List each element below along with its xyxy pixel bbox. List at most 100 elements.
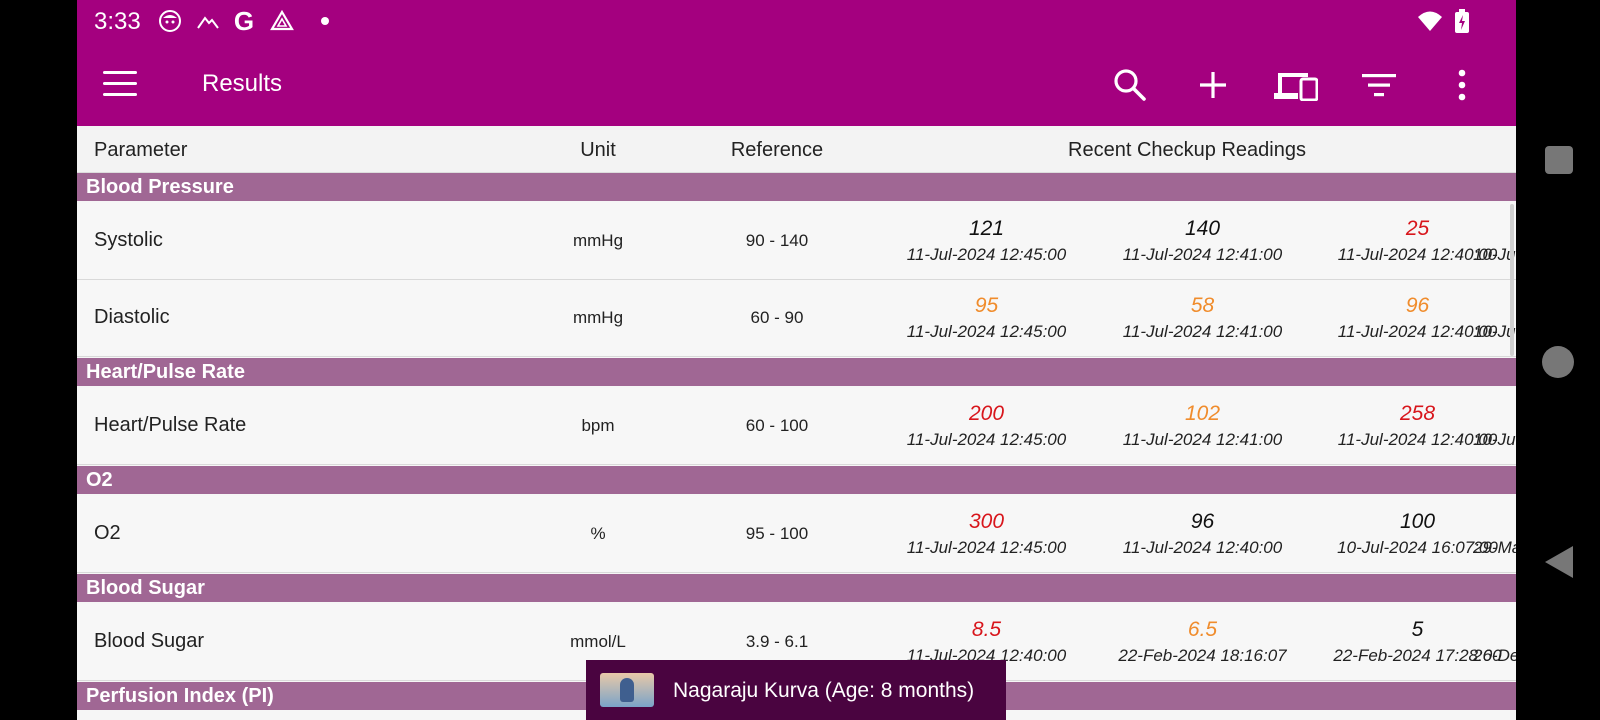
reading-cell[interactable]: 200 11-Jul-2024 12:45:00 [879, 402, 1094, 450]
row-parameter: Heart/Pulse Rate [94, 414, 247, 436]
reading-cell[interactable]: 121 11-Jul-2024 12:45:00 [879, 217, 1094, 265]
search-button[interactable] [1105, 60, 1155, 110]
row-reference: 95 - 100 [745, 524, 809, 543]
row-unit: mmHg [572, 308, 624, 327]
reading-date: 10-Ju [1473, 430, 1516, 449]
status-bar: 3:33 G [77, 0, 1516, 42]
wifi-icon [1417, 8, 1443, 34]
reading-value: 121 [968, 217, 1005, 240]
reading-cell[interactable]: 29-Ma [1473, 510, 1516, 558]
reading-cell[interactable]: 300 11-Jul-2024 12:45:00 [879, 510, 1094, 558]
mountain-icon [195, 8, 221, 34]
col-readings: Recent Checkup Readings [1068, 139, 1306, 161]
section-title: Blood Pressure [86, 176, 234, 198]
reading-value: 140 [1184, 217, 1221, 240]
reading-value: 200 [968, 402, 1005, 425]
row-unit: mmHg [572, 231, 624, 250]
reading-value: 6.5 [1187, 618, 1218, 641]
row-parameter: Systolic [94, 229, 163, 251]
face-icon [157, 8, 183, 34]
section-title: Perfusion Index (PI) [86, 685, 274, 707]
app-toolbar: Results [77, 42, 1516, 126]
reading-cell[interactable]: 58 11-Jul-2024 12:41:00 [1095, 294, 1310, 342]
plus-icon [1200, 72, 1226, 98]
reading-value: 58 [1190, 294, 1215, 317]
reading-cell[interactable]: 10-Ju [1473, 402, 1516, 450]
filter-icon [1362, 74, 1396, 97]
row-parameter: Blood Sugar [94, 630, 205, 652]
patient-avatar [600, 673, 654, 707]
table-row[interactable]: Systolic mmHg 90 - 140 121 11-Jul-2024 12… [77, 203, 1516, 280]
section-header: O2 [77, 466, 1516, 494]
row-parameter: O2 [94, 522, 121, 544]
add-button[interactable] [1188, 60, 1238, 110]
drive-icon [269, 8, 295, 34]
reading-date: 29-Ma [1473, 538, 1516, 557]
battery-icon [1449, 8, 1475, 34]
section-header: Heart/Pulse Rate [77, 358, 1516, 386]
table-header: Parameter Unit Reference Recent Checkup … [77, 126, 1516, 173]
menu-button[interactable] [97, 62, 143, 108]
back-button[interactable] [1545, 546, 1573, 583]
row-reference: 90 - 140 [745, 231, 809, 250]
reading-cell[interactable]: 6.5 22-Feb-2024 18:16:07 [1095, 618, 1310, 666]
table-row[interactable]: Heart/Pulse Rate bpm 60 - 100 200 11-Jul-… [77, 388, 1516, 465]
reading-date: 11-Jul-2024 12:45:00 [906, 322, 1067, 341]
reading-value: 8.5 [971, 618, 1002, 641]
section-title: Blood Sugar [86, 577, 205, 599]
reading-date: 11-Jul-2024 12:41:00 [1122, 322, 1283, 341]
recents-button[interactable] [1545, 146, 1573, 174]
reading-date: 11-Jul-2024 12:41:00 [1122, 245, 1283, 264]
reading-date: 11-Jul-2024 12:40:00 [1122, 538, 1283, 557]
reading-value: 300 [968, 510, 1005, 533]
col-parameter: Parameter [94, 139, 188, 161]
row-reference: 3.9 - 6.1 [745, 632, 809, 651]
search-icon [1114, 69, 1146, 101]
reading-cell[interactable]: 96 11-Jul-2024 12:40:00 [1095, 510, 1310, 558]
row-reference: 60 - 100 [745, 416, 809, 435]
col-reference: Reference [730, 139, 824, 161]
section-header: Blood Pressure [77, 173, 1516, 201]
home-button[interactable] [1542, 346, 1574, 378]
reading-date: 11-Jul-2024 12:45:00 [906, 538, 1067, 557]
reading-value: 95 [974, 294, 999, 317]
reading-value: 96 [1190, 510, 1215, 533]
scrollbar-thumb[interactable] [1510, 204, 1514, 356]
row-unit: % [590, 524, 606, 543]
devices-icon [1274, 73, 1318, 101]
table-row[interactable]: Diastolic mmHg 60 - 90 95 11-Jul-2024 12:… [77, 280, 1516, 357]
section-title: O2 [86, 469, 113, 491]
filter-button[interactable] [1354, 60, 1404, 110]
reading-date: 11-Jul-2024 12:45:00 [906, 430, 1067, 449]
reading-date: 22-Feb-2024 18:16:07 [1118, 646, 1287, 665]
reading-cell[interactable]: 140 11-Jul-2024 12:41:00 [1095, 217, 1310, 265]
reading-value [1473, 618, 1516, 642]
reading-cell[interactable]: 95 11-Jul-2024 12:45:00 [879, 294, 1094, 342]
table-row[interactable]: O2 % 95 - 100 300 11-Jul-2024 12:45:00 96… [77, 496, 1516, 573]
reading-cell[interactable]: 8.5 11-Jul-2024 12:40:00 [879, 618, 1094, 666]
reading-cell[interactable]: 102 11-Jul-2024 12:41:00 [1095, 402, 1310, 450]
reading-value [1473, 510, 1516, 534]
reading-date: 11-Jul-2024 12:41:00 [1122, 430, 1283, 449]
patient-name-label: Nagaraju Kurva (Age: 8 months) [673, 679, 975, 702]
status-time: 3:33 [94, 8, 141, 35]
reading-date: 26-De [1473, 646, 1516, 665]
more-vert-icon [1458, 69, 1466, 101]
google-icon: G [233, 5, 255, 36]
row-unit: bpm [581, 416, 615, 435]
row-unit: mmol/L [570, 632, 626, 651]
back-triangle-icon [1545, 546, 1573, 578]
reading-value: 102 [1184, 402, 1221, 425]
notification-dot-icon [321, 17, 329, 25]
more-options-button[interactable] [1437, 60, 1487, 110]
section-header: Blood Sugar [77, 574, 1516, 602]
devices-button[interactable] [1271, 60, 1321, 110]
reading-cell[interactable]: 26-De [1473, 618, 1516, 666]
reading-value [1473, 402, 1516, 426]
row-parameter: Diastolic [94, 306, 170, 328]
section-title: Heart/Pulse Rate [86, 361, 245, 383]
results-screen: 3:33 G Results Parameter Unit Reference … [77, 0, 1516, 720]
row-reference: 60 - 90 [750, 308, 804, 327]
patient-snackbar[interactable]: Nagaraju Kurva (Age: 8 months) [586, 660, 1006, 720]
page-title: Results [202, 70, 283, 97]
